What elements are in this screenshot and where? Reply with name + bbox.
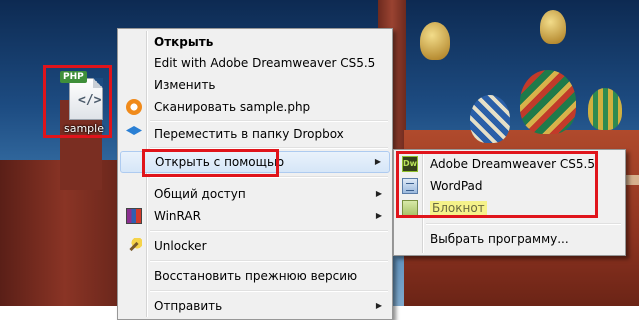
menu-item-scan[interactable]: Сканировать sample.php: [120, 96, 390, 118]
submenu-item-label: Adobe Dreamweaver CS5.5: [430, 157, 595, 171]
open-with-submenu: Dw Adobe Dreamweaver CS5.5 WordPad Блокн…: [393, 149, 626, 256]
submenu-item-label: Блокнот: [430, 201, 487, 215]
onion-dome: [470, 95, 510, 143]
submenu-arrow-icon: ▶: [374, 157, 381, 166]
menu-item-open[interactable]: Открыть: [120, 31, 390, 53]
menu-item-winrar[interactable]: WinRAR ▶: [120, 205, 390, 227]
menu-item-label: Edit with Adobe Dreamweaver CS5.5: [154, 56, 376, 70]
menu-item-label: WinRAR: [154, 209, 201, 223]
unlocker-icon: [126, 238, 142, 254]
menu-item-label: Сканировать sample.php: [154, 100, 311, 114]
menu-separator: [150, 260, 388, 262]
submenu-item-dreamweaver[interactable]: Dw Adobe Dreamweaver CS5.5: [396, 153, 623, 175]
onion-dome: [520, 70, 576, 134]
menu-item-label: Unlocker: [154, 239, 207, 253]
menu-item-label: Открыть: [154, 35, 214, 49]
golden-dome: [420, 22, 450, 60]
menu-item-label: Восстановить прежнюю версию: [154, 269, 358, 283]
winrar-icon: [126, 208, 142, 224]
desktop-file-sample-php[interactable]: </> PHP sample: [43, 65, 112, 138]
wordpad-icon: [402, 178, 418, 194]
menu-separator: [426, 223, 621, 225]
submenu-item-label: Выбрать программу...: [430, 232, 569, 246]
menu-separator: [150, 230, 388, 232]
menu-separator: [150, 290, 388, 292]
menu-item-unlocker[interactable]: Unlocker: [120, 235, 390, 257]
dreamweaver-icon: Dw: [402, 156, 418, 172]
golden-dome: [540, 10, 566, 44]
submenu-item-label: WordPad: [430, 179, 483, 193]
code-glyph: </>: [78, 93, 102, 108]
submenu-arrow-icon: ▶: [375, 189, 382, 198]
menu-separator: [150, 120, 388, 122]
menu-item-send-to[interactable]: Отправить ▶: [120, 295, 390, 317]
menu-item-label: Отправить: [154, 299, 223, 313]
notepad-icon: [402, 200, 418, 216]
menu-item-label: Общий доступ: [154, 187, 246, 201]
submenu-arrow-icon: ▶: [375, 211, 382, 220]
menu-item-label: Открыть с помощью: [155, 155, 285, 169]
menu-item-share[interactable]: Общий доступ ▶: [120, 183, 390, 205]
menu-item-restore-version[interactable]: Восстановить прежнюю версию: [120, 265, 390, 287]
avast-icon: [126, 99, 142, 115]
onion-dome: [588, 88, 622, 130]
submenu-item-choose-program[interactable]: Выбрать программу...: [396, 228, 623, 250]
submenu-item-wordpad[interactable]: WordPad: [396, 175, 623, 197]
menu-item-edit[interactable]: Изменить: [120, 74, 390, 96]
submenu-arrow-icon: ▶: [375, 301, 382, 310]
context-menu: Открыть Edit with Adobe Dreamweaver CS5.…: [117, 28, 393, 320]
submenu-item-notepad[interactable]: Блокнот: [396, 197, 623, 219]
php-file-icon: </>: [69, 78, 103, 120]
file-name-label: sample: [64, 122, 104, 135]
menu-item-label: Изменить: [154, 78, 216, 92]
menu-separator: [150, 147, 388, 149]
menu-item-label: Переместить в папку Dropbox: [154, 127, 344, 141]
menu-separator: [150, 176, 388, 178]
dropbox-icon: [126, 126, 142, 135]
menu-item-open-with[interactable]: Открыть с помощью ▶: [120, 151, 390, 173]
menu-item-edit-dreamweaver[interactable]: Edit with Adobe Dreamweaver CS5.5: [120, 52, 390, 74]
php-badge: PHP: [60, 71, 87, 83]
menu-item-move-dropbox[interactable]: Переместить в папку Dropbox: [120, 123, 390, 145]
